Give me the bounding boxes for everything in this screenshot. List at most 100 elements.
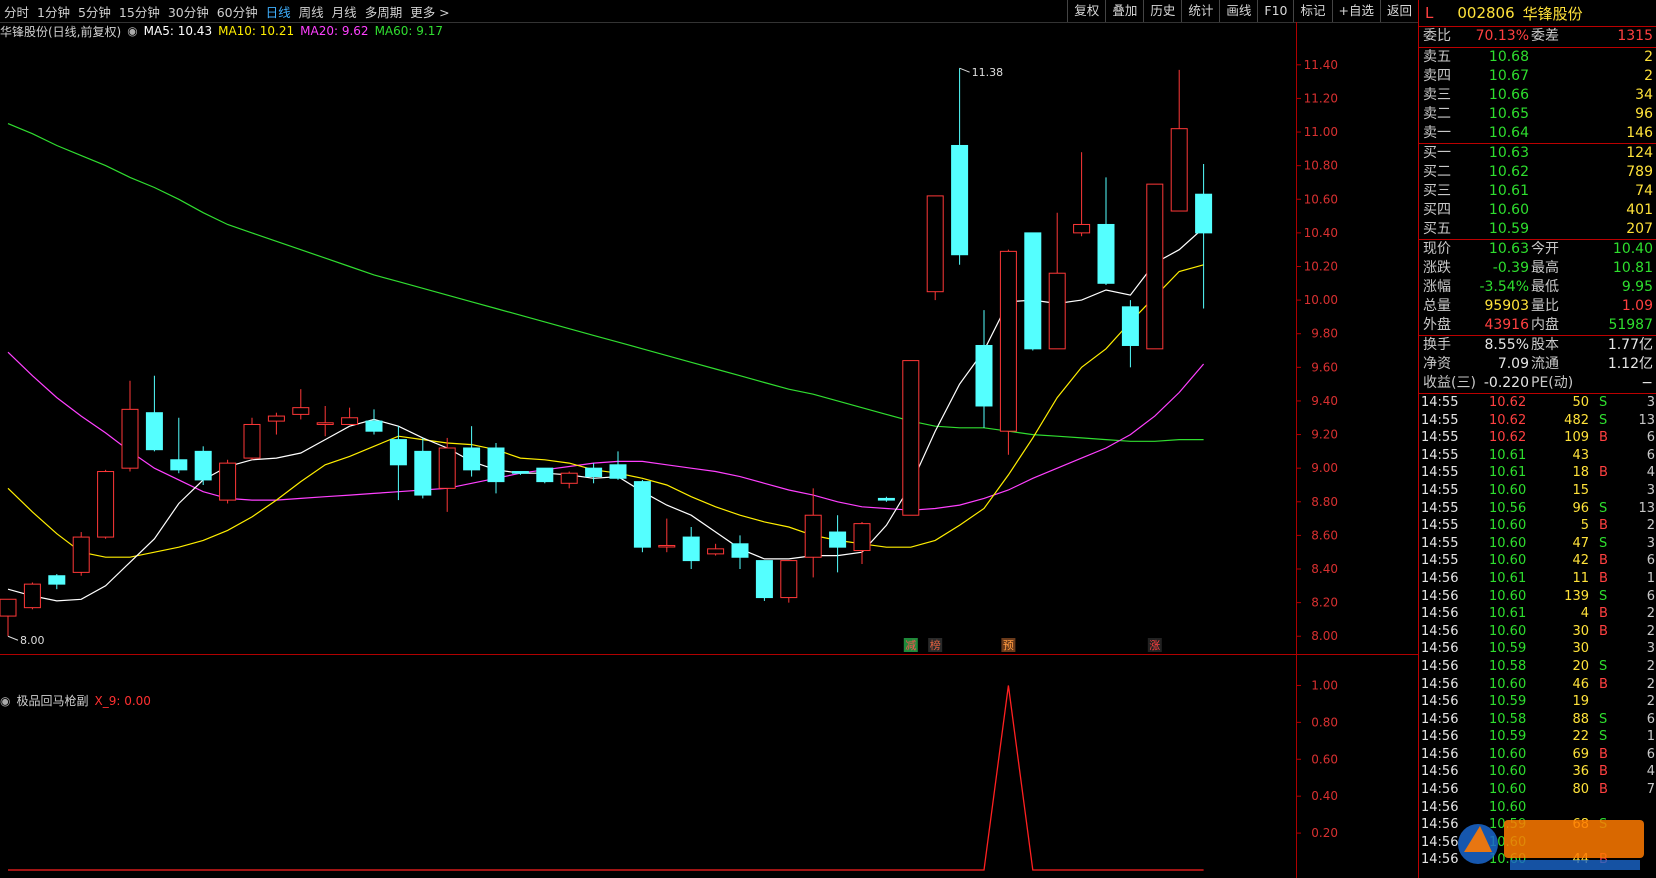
price-axis-label: 9.60 <box>1311 360 1338 374</box>
period-tab-3[interactable]: 15分钟 <box>115 2 164 21</box>
candle[interactable] <box>194 446 212 485</box>
tool-button-7[interactable]: +自选 <box>1331 0 1380 22</box>
ask-label: 卖五 <box>1423 49 1451 65</box>
candle[interactable] <box>682 526 700 570</box>
candle-body <box>341 417 359 425</box>
candle[interactable] <box>23 582 41 610</box>
candle[interactable] <box>755 560 773 601</box>
candle[interactable] <box>97 469 115 539</box>
tick-row: 14:56 10.59 19 2 <box>1419 693 1656 711</box>
candle[interactable] <box>1097 177 1115 285</box>
weicha-label: 委差 <box>1531 28 1559 44</box>
tick-row: 14:56 10.60 <box>1419 799 1656 817</box>
tick-count: 13 <box>1638 500 1655 516</box>
candle[interactable] <box>1121 300 1139 368</box>
tool-button-0[interactable]: 复权 <box>1067 0 1105 22</box>
candle[interactable] <box>316 405 334 437</box>
tick-list[interactable]: 14:55 10.62 50 S 3 14:55 10.62 482 S 13 14:55 10.62… <box>1419 394 1656 869</box>
candle[interactable] <box>1024 232 1042 351</box>
candle[interactable] <box>1073 152 1091 237</box>
tick-volume: 42 <box>1572 553 1589 569</box>
candle[interactable] <box>804 488 822 578</box>
candle[interactable] <box>609 451 627 480</box>
event-marker[interactable]: 涨 <box>1149 639 1160 652</box>
period-tab-4[interactable]: 30分钟 <box>164 2 213 21</box>
candle-body <box>365 420 383 432</box>
tick-volume: 139 <box>1564 588 1589 604</box>
period-tab-9[interactable]: 多周期 <box>361 2 407 21</box>
event-marker[interactable]: 榜 <box>930 638 941 652</box>
candle-body <box>511 471 529 474</box>
candle[interactable] <box>292 389 310 420</box>
tick-count: 1 <box>1646 570 1655 586</box>
period-tab-6[interactable]: 日线 <box>262 2 295 21</box>
candle[interactable] <box>72 532 90 576</box>
tick-time: 14:56 <box>1421 694 1459 710</box>
tool-button-8[interactable]: 返回 <box>1379 0 1418 22</box>
candle[interactable] <box>121 380 139 472</box>
candle[interactable] <box>219 459 237 504</box>
candle[interactable] <box>585 463 603 484</box>
candle[interactable] <box>999 249 1017 455</box>
stat-row: 涨幅 -3.54% 最低 9.95 <box>1419 278 1656 297</box>
tool-button-3[interactable]: 统计 <box>1181 0 1219 22</box>
candle[interactable] <box>877 496 895 502</box>
candle[interactable] <box>853 521 871 564</box>
candle[interactable] <box>658 518 676 553</box>
period-tab-0[interactable]: 分时 <box>0 2 33 21</box>
candle[interactable] <box>487 442 505 494</box>
tool-button-1[interactable]: 叠加 <box>1105 0 1143 22</box>
stat-value: 1.09 <box>1621 298 1653 314</box>
candle[interactable] <box>463 426 481 477</box>
candle[interactable] <box>1195 163 1213 309</box>
candle[interactable] <box>1048 212 1066 350</box>
stat-label: 现价 <box>1423 241 1451 257</box>
event-marker[interactable]: 预 <box>1003 639 1014 652</box>
candle[interactable] <box>145 375 163 452</box>
candle[interactable] <box>633 479 651 553</box>
period-tab-10[interactable]: 更多 > <box>406 2 453 21</box>
candle[interactable] <box>414 437 432 499</box>
tool-button-6[interactable]: 标记 <box>1293 0 1331 22</box>
period-tab-7[interactable]: 周线 <box>295 2 328 21</box>
period-tab-8[interactable]: 月线 <box>328 2 361 21</box>
tool-button-4[interactable]: 画线 <box>1219 0 1257 22</box>
tool-button-5[interactable]: F10 <box>1257 0 1293 22</box>
event-marker[interactable]: 减 <box>905 639 916 652</box>
candle[interactable] <box>438 437 456 512</box>
candle[interactable] <box>1146 183 1164 350</box>
candle[interactable] <box>48 574 66 590</box>
candle[interactable] <box>365 409 383 435</box>
candle[interactable] <box>731 535 749 570</box>
price-axis-label: 11.40 <box>1304 58 1338 72</box>
share-row: 净资 7.09 流通 1.12亿 <box>1419 355 1656 374</box>
candle[interactable] <box>780 560 798 603</box>
kline-chart[interactable]: 11.40 11.20 11.00 10.80 10.60 10.40 10.20 10.00… <box>0 22 1418 878</box>
candle[interactable] <box>707 543 725 556</box>
candle-body <box>1073 223 1091 234</box>
candle[interactable] <box>951 68 969 265</box>
candle[interactable] <box>902 360 920 516</box>
candle[interactable] <box>341 407 359 425</box>
candle[interactable] <box>170 417 188 474</box>
candle[interactable] <box>975 310 993 428</box>
period-tab-2[interactable]: 5分钟 <box>74 2 115 21</box>
candle-body <box>1024 232 1042 350</box>
tool-button-2[interactable]: 历史 <box>1143 0 1181 22</box>
candle[interactable] <box>926 195 944 301</box>
sub-indicator-header: ◉ 极品回马枪副 X_9: 0.00 <box>0 692 157 709</box>
tick-volume: 15 <box>1572 482 1589 498</box>
candle[interactable] <box>829 515 847 573</box>
candle[interactable] <box>560 471 578 489</box>
indicator-settings-icon[interactable]: ◉ <box>0 694 10 708</box>
candle[interactable] <box>267 412 285 435</box>
weicha-value: 1315 <box>1617 28 1653 44</box>
candle[interactable] <box>536 467 554 484</box>
settings-icon[interactable]: ◉ <box>127 24 137 38</box>
period-tab-5[interactable]: 60分钟 <box>213 2 262 21</box>
candle[interactable] <box>0 598 17 637</box>
candle[interactable] <box>1170 69 1188 212</box>
candle[interactable] <box>243 417 261 460</box>
period-tab-1[interactable]: 1分钟 <box>33 2 74 21</box>
tick-price: 10.59 <box>1489 817 1527 833</box>
